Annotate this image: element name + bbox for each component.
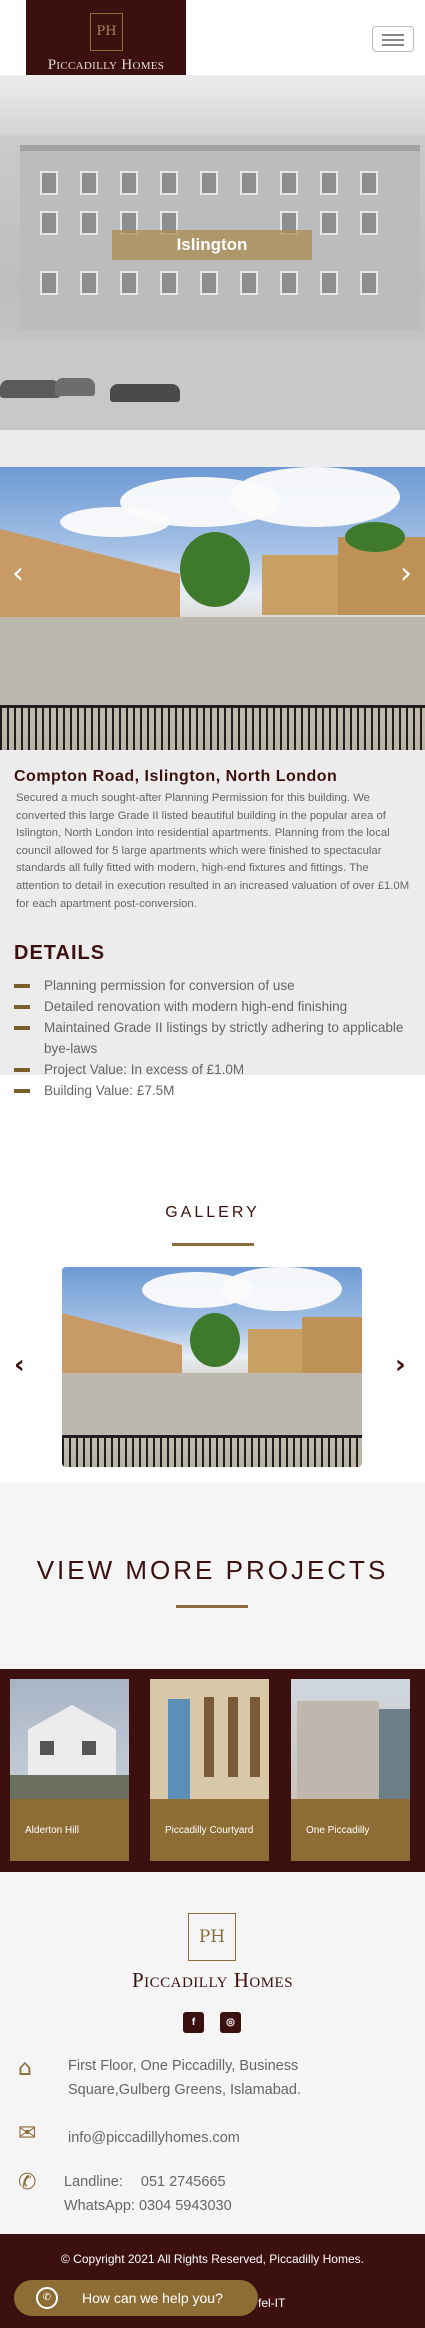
developer-credit[interactable]: fel-IT — [258, 2296, 285, 2310]
more-projects-divider — [176, 1605, 248, 1608]
card-label: Alderton Hill — [10, 1799, 129, 1861]
project-slider-image — [0, 467, 425, 750]
dash-icon — [14, 984, 30, 988]
copyright-text: © Copyright 2021 All Rights Reserved, Pi… — [61, 2252, 364, 2266]
logo-monogram: PH — [90, 13, 123, 51]
footer-brand-name: Piccadilly Homes — [131, 1968, 294, 1992]
details-heading: DETAILS — [14, 942, 106, 964]
dash-icon — [14, 1068, 30, 1072]
card-image — [10, 1679, 129, 1799]
gallery-next-arrow[interactable]: › — [395, 1350, 406, 1380]
slider-next-arrow[interactable]: › — [400, 556, 412, 591]
hamburger-icon — [382, 44, 404, 46]
facebook-icon[interactable]: f — [183, 2012, 204, 2033]
detail-item: Maintained Grade II listings by strictly… — [14, 1017, 414, 1059]
project-title: Compton Road, Islington, North London — [14, 768, 338, 785]
card-image — [150, 1679, 269, 1799]
dash-icon — [14, 1005, 30, 1009]
gallery-image[interactable] — [62, 1267, 362, 1467]
hero-sky — [0, 75, 425, 135]
card-image — [291, 1679, 410, 1799]
footer-address: First Floor, One Piccadilly, Business Sq… — [68, 2058, 301, 2098]
gallery-divider — [172, 1243, 254, 1246]
dash-icon — [14, 1026, 30, 1030]
project-description: Secured a much sought-after Planning Per… — [16, 792, 410, 910]
project-card[interactable]: Piccadilly Courtyard — [150, 1679, 269, 1861]
card-label: One Piccadilly — [291, 1799, 410, 1861]
footer-logo-monogram: PH — [188, 1913, 236, 1961]
footer-email[interactable]: info@piccadillyhomes.com — [68, 2126, 240, 2150]
hamburger-icon — [382, 34, 404, 36]
detail-item: Planning permission for conversion of us… — [14, 975, 414, 996]
phone-icon: ✆ — [18, 2170, 37, 2195]
chat-label: How can we help you? — [82, 2290, 223, 2306]
menu-toggle-button[interactable] — [372, 26, 414, 52]
landline-number[interactable]: 051 2745665 — [141, 2174, 226, 2190]
hero-location-label: Islington — [112, 230, 312, 260]
envelope-icon: ✉ — [18, 2121, 37, 2146]
footer-phone: Landline: 051 2745665 — [64, 2170, 226, 2194]
whatsapp-icon: ✆ — [36, 2287, 58, 2309]
hero-banner: Islington — [0, 75, 425, 430]
details-list: Planning permission for conversion of us… — [14, 975, 414, 1101]
hamburger-icon — [382, 39, 404, 41]
detail-item: Project Value: In excess of £1.0M — [14, 1059, 414, 1080]
detail-item: Building Value: £7.5M — [14, 1080, 414, 1101]
site-logo[interactable]: PH Piccadilly Homes — [26, 0, 186, 76]
gallery-prev-arrow[interactable]: ‹ — [14, 1350, 25, 1380]
instagram-icon[interactable]: ◎ — [220, 2012, 241, 2033]
project-card[interactable]: Alderton Hill — [10, 1679, 129, 1861]
footer-whatsapp[interactable]: WhatsApp: 0304 5943030 — [64, 2194, 232, 2218]
detail-item: Detailed renovation with modern high-end… — [14, 996, 414, 1017]
dash-icon — [14, 1089, 30, 1093]
project-card[interactable]: One Piccadilly — [291, 1679, 410, 1861]
card-label: Piccadilly Courtyard — [150, 1799, 269, 1861]
hero-street — [0, 340, 425, 430]
more-projects-heading: VIEW MORE PROJECTS — [36, 1555, 389, 1585]
slider-prev-arrow[interactable]: ‹ — [12, 556, 24, 591]
logo-wordmark: Piccadilly Homes — [47, 57, 165, 73]
whatsapp-chat-button[interactable]: ✆ How can we help you? — [14, 2280, 258, 2316]
landline-label: Landline: — [64, 2174, 123, 2190]
home-icon: ⌂ — [18, 2056, 32, 2081]
gallery-heading: GALLERY — [165, 1204, 260, 1221]
site-header: PH Piccadilly Homes — [0, 0, 425, 76]
